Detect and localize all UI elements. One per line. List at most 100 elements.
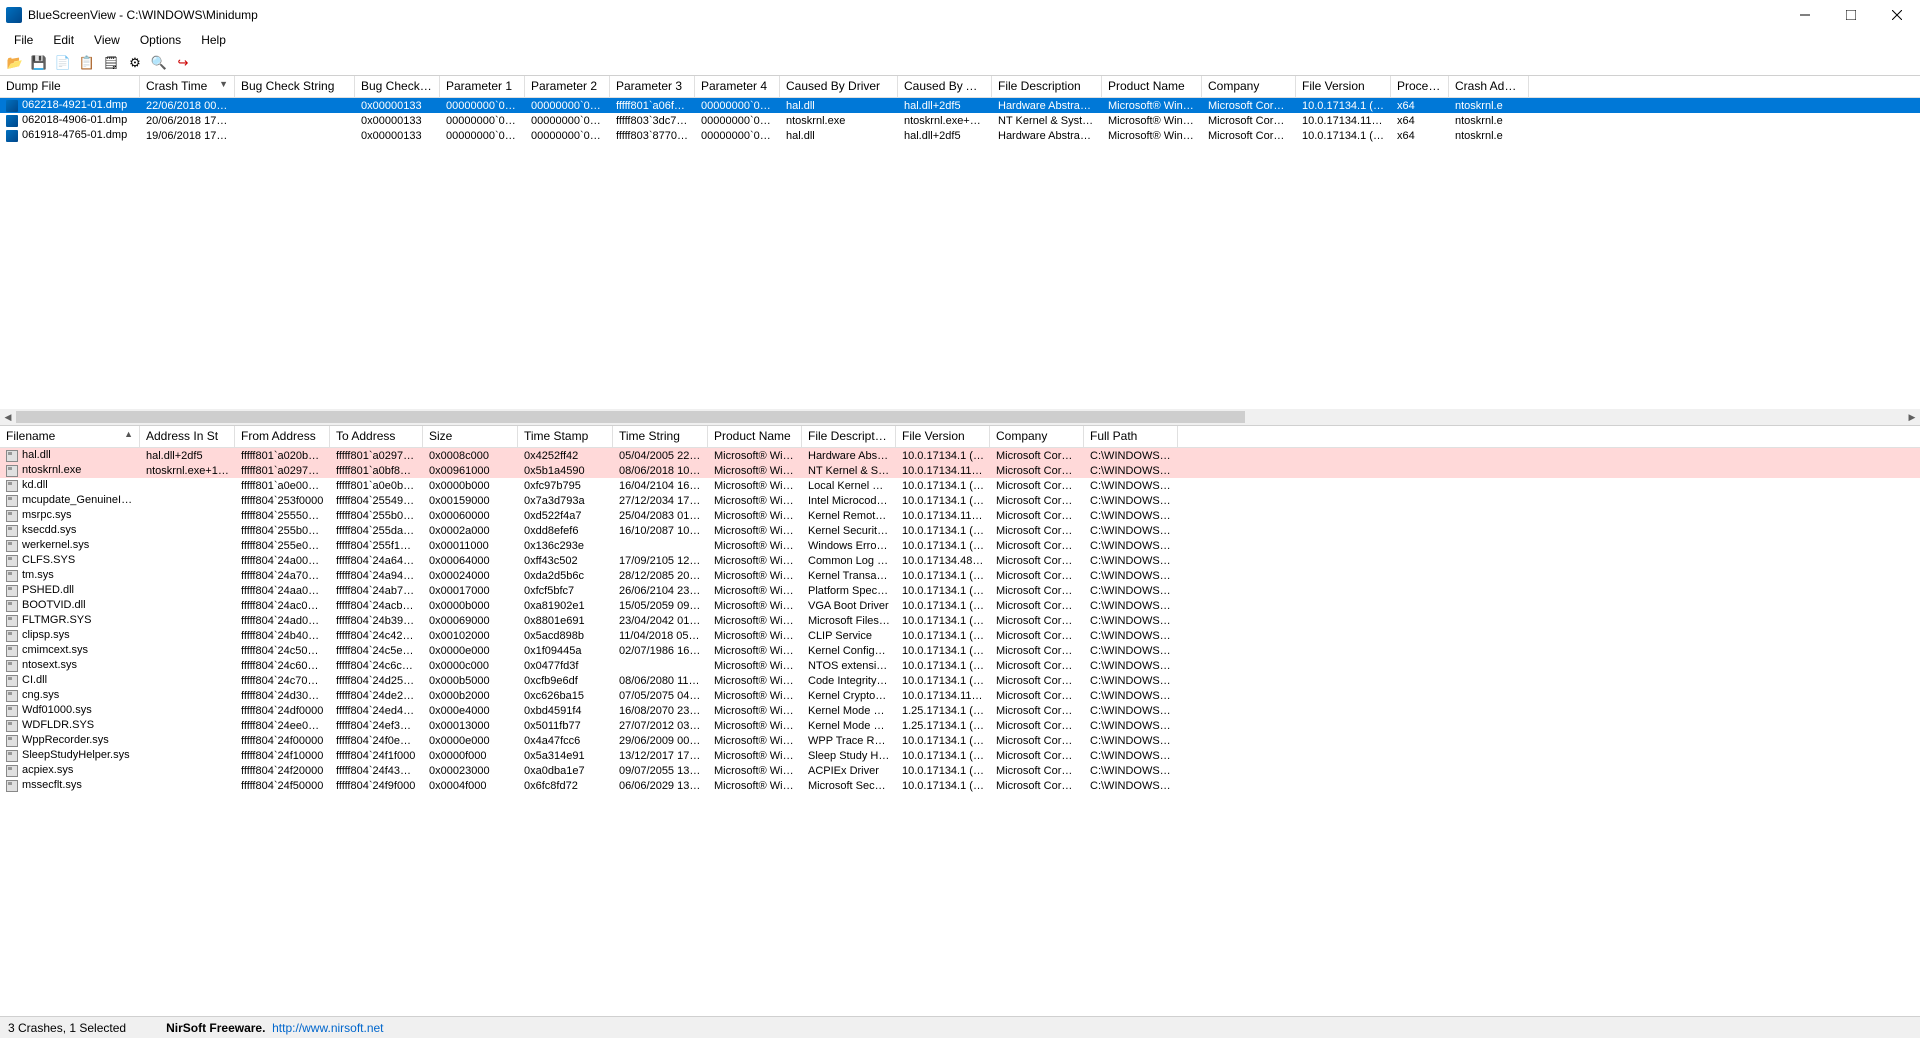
- table-row[interactable]: acpiex.sysfffff804`24f20000fffff804`24f4…: [0, 763, 1920, 778]
- column-header[interactable]: Product Name: [708, 426, 802, 447]
- open-icon[interactable]: 📂: [4, 52, 26, 74]
- table-row[interactable]: tm.sysfffff804`24a70000fffff804`24a94000…: [0, 568, 1920, 583]
- table-cell: Microsoft Corpora...: [990, 555, 1084, 567]
- table-cell: 00000000`00001e: [525, 130, 610, 142]
- table-cell: 25/04/2083 01:17:43: [613, 510, 708, 522]
- column-header[interactable]: Parameter 3: [610, 76, 695, 97]
- column-header[interactable]: Crash Time▼: [140, 76, 235, 97]
- refresh-icon[interactable]: 🔍: [148, 52, 170, 74]
- table-cell: fffff804`24c42000: [330, 630, 423, 642]
- column-header[interactable]: Caused By Driver: [780, 76, 898, 97]
- nirsoft-link[interactable]: http://www.nirsoft.net: [272, 1021, 383, 1035]
- column-header[interactable]: Time String: [613, 426, 708, 447]
- maximize-button[interactable]: [1828, 0, 1874, 30]
- minimize-button[interactable]: [1782, 0, 1828, 30]
- table-row[interactable]: FLTMGR.SYSfffff804`24ad0000fffff804`24b3…: [0, 613, 1920, 628]
- column-header[interactable]: File Version: [896, 426, 990, 447]
- table-cell: ntoskrnl.exe: [0, 464, 140, 476]
- table-cell: 10.0.17134.112 (Wi...: [896, 465, 990, 477]
- column-header[interactable]: Parameter 1: [440, 76, 525, 97]
- column-header[interactable]: Company: [990, 426, 1084, 447]
- column-header[interactable]: Bug Check String: [235, 76, 355, 97]
- table-row[interactable]: cmimcext.sysfffff804`24c50000fffff804`24…: [0, 643, 1920, 658]
- menu-edit[interactable]: Edit: [45, 31, 82, 49]
- column-header[interactable]: Full Path: [1084, 426, 1178, 447]
- table-row[interactable]: ksecdd.sysfffff804`255b0000fffff804`255d…: [0, 523, 1920, 538]
- table-row[interactable]: mssecflt.sysfffff804`24f50000fffff804`24…: [0, 778, 1920, 793]
- menu-file[interactable]: File: [6, 31, 41, 49]
- exit-icon[interactable]: ↪: [172, 52, 194, 74]
- column-header[interactable]: Caused By Address: [898, 76, 992, 97]
- column-header[interactable]: Company: [1202, 76, 1296, 97]
- menu-options[interactable]: Options: [132, 31, 189, 49]
- table-row[interactable]: 061918-4765-01.dmp19/06/2018 17:16:400x0…: [0, 128, 1920, 143]
- table-row[interactable]: clipsp.sysfffff804`24b40000fffff804`24c4…: [0, 628, 1920, 643]
- column-header[interactable]: Processor: [1391, 76, 1449, 97]
- column-header[interactable]: Parameter 4: [695, 76, 780, 97]
- table-row[interactable]: SleepStudyHelper.sysfffff804`24f10000fff…: [0, 748, 1920, 763]
- column-header[interactable]: Filename▲: [0, 426, 140, 447]
- column-header[interactable]: File Version: [1296, 76, 1391, 97]
- table-cell: 0x0008c000: [423, 450, 518, 462]
- table-row[interactable]: CLFS.SYSfffff804`24a00000fffff804`24a640…: [0, 553, 1920, 568]
- table-cell: CLIP Service: [802, 630, 896, 642]
- column-header[interactable]: File Description: [992, 76, 1102, 97]
- table-row[interactable]: hal.dllhal.dll+2df5fffff801`a020b000ffff…: [0, 448, 1920, 463]
- table-row[interactable]: WDFLDR.SYSfffff804`24ee0000fffff804`24ef…: [0, 718, 1920, 733]
- table-cell: WPP Trace Recorder: [802, 735, 896, 747]
- table-cell: Kernel Security Su...: [802, 525, 896, 537]
- file-icon: [6, 600, 18, 612]
- scroll-right-icon[interactable]: ▶: [1904, 409, 1920, 425]
- column-header[interactable]: Bug Check Code: [355, 76, 440, 97]
- table-row[interactable]: cng.sysfffff804`24d30000fffff804`24de200…: [0, 688, 1920, 703]
- options-icon[interactable]: ⚙: [124, 52, 146, 74]
- table-row[interactable]: kd.dllfffff801`a0e00000fffff801`a0e0b000…: [0, 478, 1920, 493]
- table-cell: Hardware Abstraction ...: [992, 100, 1102, 112]
- column-header[interactable]: Size: [423, 426, 518, 447]
- report-icon[interactable]: 📄: [52, 52, 74, 74]
- close-button[interactable]: [1874, 0, 1920, 30]
- column-header[interactable]: Parameter 2: [525, 76, 610, 97]
- table-cell: C:\WINDOWS\syst...: [1084, 645, 1178, 657]
- column-header[interactable]: Product Name: [1102, 76, 1202, 97]
- table-row[interactable]: 062018-4906-01.dmp20/06/2018 17:10:160x0…: [0, 113, 1920, 128]
- copy-icon[interactable]: 📋: [76, 52, 98, 74]
- menu-view[interactable]: View: [86, 31, 128, 49]
- table-row[interactable]: msrpc.sysfffff804`25550000fffff804`255b0…: [0, 508, 1920, 523]
- table-row[interactable]: BOOTVID.dllfffff804`24ac0000fffff804`24a…: [0, 598, 1920, 613]
- table-row[interactable]: mcupdate_GenuineIntel.dllfffff804`253f00…: [0, 493, 1920, 508]
- table-cell: Microsoft® Wind...: [708, 720, 802, 732]
- drivers-rows[interactable]: hal.dllhal.dll+2df5fffff801`a020b000ffff…: [0, 448, 1920, 793]
- table-row[interactable]: ntoskrnl.exentoskrnl.exe+1e6847fffff801`…: [0, 463, 1920, 478]
- table-cell: 10.0.17134.1 (WinB...: [896, 750, 990, 762]
- table-row[interactable]: PSHED.dllfffff804`24aa0000fffff804`24ab7…: [0, 583, 1920, 598]
- table-cell: 17/09/2105 12:50:26: [613, 555, 708, 567]
- table-cell: NTOS extension h...: [802, 660, 896, 672]
- table-row[interactable]: CI.dllfffff804`24c70000fffff804`24d25000…: [0, 673, 1920, 688]
- column-header[interactable]: Crash Address: [1449, 76, 1529, 97]
- save-icon[interactable]: 💾: [28, 52, 50, 74]
- table-row[interactable]: WppRecorder.sysfffff804`24f00000fffff804…: [0, 733, 1920, 748]
- table-cell: Microsoft® Wind...: [708, 660, 802, 672]
- scroll-thumb[interactable]: [16, 411, 1245, 423]
- column-header[interactable]: Time Stamp: [518, 426, 613, 447]
- properties-icon[interactable]: 🗒: [100, 52, 122, 74]
- column-header[interactable]: File Description: [802, 426, 896, 447]
- column-header[interactable]: From Address: [235, 426, 330, 447]
- horizontal-scrollbar[interactable]: ◀ ▶: [0, 409, 1920, 425]
- table-cell: Microsoft® Window...: [1102, 130, 1202, 142]
- table-cell: 10.0.17134.1 (WinB...: [896, 660, 990, 672]
- table-cell: hal.dll: [780, 130, 898, 142]
- scroll-left-icon[interactable]: ◀: [0, 409, 16, 425]
- column-header[interactable]: Address In St: [140, 426, 235, 447]
- column-header[interactable]: To Address: [330, 426, 423, 447]
- table-row[interactable]: 062218-4921-01.dmp22/06/2018 00:16:270x0…: [0, 98, 1920, 113]
- column-header[interactable]: Dump File: [0, 76, 140, 97]
- table-row[interactable]: Wdf01000.sysfffff804`24df0000fffff804`24…: [0, 703, 1920, 718]
- table-cell: 10.0.17134.48 (Win...: [896, 555, 990, 567]
- table-cell: 0x00961000: [423, 465, 518, 477]
- dump-list-rows[interactable]: 062218-4921-01.dmp22/06/2018 00:16:270x0…: [0, 98, 1920, 409]
- table-row[interactable]: ntosext.sysfffff804`24c60000fffff804`24c…: [0, 658, 1920, 673]
- table-row[interactable]: werkernel.sysfffff804`255e0000fffff804`2…: [0, 538, 1920, 553]
- menu-help[interactable]: Help: [193, 31, 234, 49]
